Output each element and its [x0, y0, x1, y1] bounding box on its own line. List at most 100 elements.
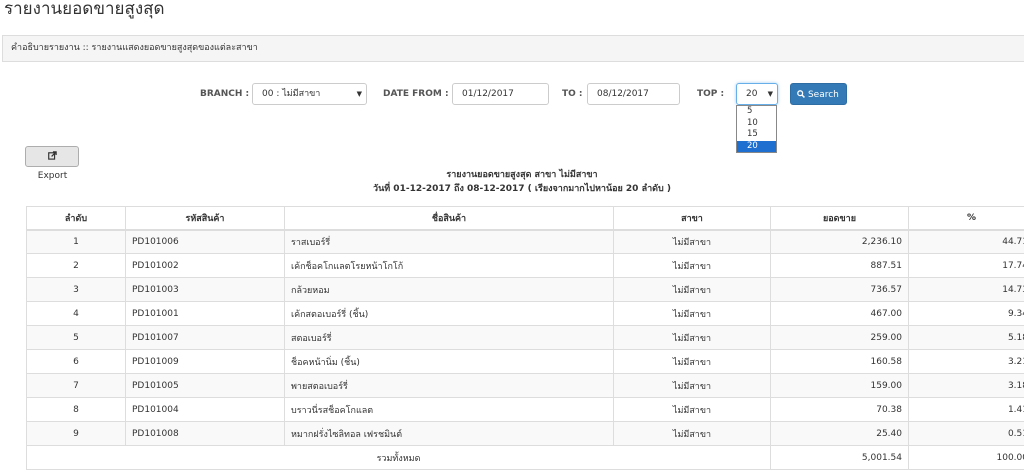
- cell-product-code: PD101001: [125, 301, 285, 326]
- table-row: 2 PD101002 เค้กช็อคโกแลตโรยหน้าโกโก้ ไม่มีส…: [26, 253, 1024, 278]
- total-label: รวมทั้งหมด: [26, 445, 771, 470]
- cell-percent: 1.41: [908, 397, 1024, 422]
- cell-percent: 9.34: [908, 301, 1024, 326]
- table-row: 3PD101003กล้วยหอมไม่มีสาขา736.5714.73: [26, 277, 1024, 302]
- cell-product-name: ช็อคหน้านิ่ม (ชิ้น): [284, 349, 614, 374]
- cell-percent: 14.73: [908, 277, 1024, 302]
- top-option-15[interactable]: 15: [737, 129, 776, 141]
- page-title: รายงานยอดขายสูงสุด: [4, 0, 165, 19]
- column-header-branch: สาขา: [613, 206, 771, 231]
- cell-branch: ไม่มีสาขา: [613, 421, 771, 446]
- cell-sales: 736.57: [770, 277, 909, 302]
- cell-sales: 2,236.10: [770, 229, 909, 254]
- column-header-sales: ยอดขาย: [770, 206, 909, 231]
- cell-rank: 3: [26, 277, 126, 302]
- cell-product-code: PD101002: [125, 253, 285, 278]
- date-from-input[interactable]: 01/12/2017: [452, 83, 549, 105]
- report-description: คำอธิบายรายงาน :: รายงานแสดงยอดขายสูงสุด…: [2, 35, 1024, 62]
- cell-branch: ไม่มีสาขา: [613, 373, 771, 398]
- search-button-label: Search: [807, 90, 839, 100]
- table-total-row: รวมทั้งหมด 5,001.54 100.00: [26, 445, 1024, 470]
- cell-rank: 8: [26, 397, 126, 422]
- report-subheading: วันที่ 01-12-2017 ถึง 08-12-2017 ( เรียง…: [373, 184, 671, 194]
- cell-rank: 1: [26, 229, 126, 254]
- top-label: TOP :: [697, 89, 725, 99]
- cell-rank: 9: [26, 421, 126, 446]
- cell-branch: ไม่มีสาขา: [613, 253, 771, 278]
- cell-sales: 25.40: [770, 421, 909, 446]
- cell-percent: 3.18: [908, 373, 1024, 398]
- cell-rank: 4: [26, 301, 126, 326]
- top-option-20[interactable]: 20: [737, 140, 776, 152]
- table-row: 4 PD101001 เค้กสตอเบอร์รี่ (ชิ้น) ไม่มีสาขา…: [26, 301, 1024, 326]
- column-header-product-name: ชื่อสินค้า: [284, 206, 614, 231]
- cell-product-code: PD101004: [125, 397, 285, 422]
- branch-select[interactable]: 00 : ไม่มีสาขา ▼: [252, 83, 367, 105]
- cell-percent: 0.51: [908, 421, 1024, 446]
- report-description-text: คำอธิบายรายงาน :: รายงานแสดงยอดขายสูงสุด…: [11, 43, 258, 53]
- sales-report-table: ลำดับ รหัสสินค้า ชื่อสินค้า สาขา ยอดขาย …: [26, 206, 1024, 470]
- table-row: 9 PD101008 หมากฝรั่งไซลิทอล เฟรชมินต์ ไม่มี…: [26, 421, 1024, 446]
- cell-product-code: PD101007: [125, 325, 285, 350]
- cell-product-name: บราวนี่รสช็อคโกแลต: [284, 397, 614, 422]
- branch-label: BRANCH :: [200, 89, 250, 99]
- cell-product-code: PD101006: [125, 229, 285, 254]
- search-icon: [797, 90, 806, 98]
- cell-product-name: พายสตอเบอร์รี่: [284, 373, 614, 398]
- top-option-5[interactable]: 5: [737, 106, 776, 118]
- cell-branch: ไม่มีสาขา: [613, 229, 771, 254]
- date-to-input[interactable]: 08/12/2017: [587, 83, 680, 105]
- table-row: 8 PD101004 บราวนี่รสช็อคโกแลต ไม่มีสาขา 70.3…: [26, 397, 1024, 422]
- cell-rank: 6: [26, 349, 126, 374]
- caret-down-icon: ▼: [767, 90, 773, 98]
- cell-sales: 259.00: [770, 325, 909, 350]
- cell-product-code: PD101005: [125, 373, 285, 398]
- cell-sales: 70.38: [770, 397, 909, 422]
- cell-product-name: กล้วยหอม: [284, 277, 614, 302]
- cell-branch: ไม่มีสาขา: [613, 301, 771, 326]
- date-from-label: DATE FROM :: [383, 89, 449, 99]
- export-button[interactable]: Export: [25, 146, 79, 181]
- cell-branch: ไม่มีสาขา: [613, 277, 771, 302]
- search-button[interactable]: Search: [790, 83, 847, 105]
- total-percent: 100.00: [908, 445, 1024, 470]
- filter-bar: BRANCH : 00 : ไม่มีสาขา ▼ DATE FROM : 01…: [0, 83, 1024, 107]
- external-link-icon: [48, 151, 57, 160]
- cell-product-name: ราสเบอร์รี่: [284, 229, 614, 254]
- date-from-value: 01/12/2017: [462, 89, 514, 99]
- cell-percent: 5.18: [908, 325, 1024, 350]
- cell-product-name: เค้กช็อคโกแลตโรยหน้าโกโก้: [284, 253, 614, 278]
- cell-product-name: หมากฝรั่งไซลิทอล เฟรชมินต์: [284, 421, 614, 446]
- cell-percent: 3.21: [908, 349, 1024, 374]
- table-row: 5PD101007สตอเบอร์รี่ไม่มีสาขา259.005.18: [26, 325, 1024, 350]
- caret-down-icon: ▼: [356, 90, 362, 98]
- cell-sales: 160.58: [770, 349, 909, 374]
- top-dropdown-list: 5 10 15 20: [736, 105, 777, 153]
- column-header-rank: ลำดับ: [26, 206, 126, 231]
- cell-rank: 2: [26, 253, 126, 278]
- cell-product-name: สตอเบอร์รี่: [284, 325, 614, 350]
- top-select-value: 20: [746, 89, 758, 99]
- cell-rank: 5: [26, 325, 126, 350]
- table-row: 1 PD101006 ราสเบอร์รี่ ไม่มีสาขา 2,236.10 44.…: [26, 229, 1024, 254]
- cell-sales: 887.51: [770, 253, 909, 278]
- column-header-percent: %: [908, 206, 1024, 231]
- cell-branch: ไม่มีสาขา: [613, 349, 771, 374]
- cell-percent: 17.74: [908, 253, 1024, 278]
- date-to-value: 08/12/2017: [597, 89, 649, 99]
- branch-select-value: 00 : ไม่มีสาขา: [262, 89, 321, 99]
- total-sales: 5,001.54: [770, 445, 909, 470]
- top-select[interactable]: 20 ▼: [736, 83, 778, 105]
- table-row: 7 PD101005 พายสตอเบอร์รี่ ไม่มีสาขา 159.00 3.…: [26, 373, 1024, 398]
- cell-product-code: PD101008: [125, 421, 285, 446]
- report-heading: รายงานยอดขายสูงสุด สาขา ไม่มีสาขา: [446, 170, 598, 180]
- cell-product-code: PD101009: [125, 349, 285, 374]
- top-option-10[interactable]: 10: [737, 118, 776, 130]
- cell-percent: 44.71: [908, 229, 1024, 254]
- cell-rank: 7: [26, 373, 126, 398]
- cell-branch: ไม่มีสาขา: [613, 397, 771, 422]
- table-header-row: ลำดับ รหัสสินค้า ชื่อสินค้า สาขา ยอดขาย …: [26, 206, 1024, 231]
- column-header-product-code: รหัสสินค้า: [125, 206, 285, 231]
- table-row: 6 PD101009 ช็อคหน้านิ่ม (ชิ้น) ไม่มีสาขา 160…: [26, 349, 1024, 374]
- cell-sales: 159.00: [770, 373, 909, 398]
